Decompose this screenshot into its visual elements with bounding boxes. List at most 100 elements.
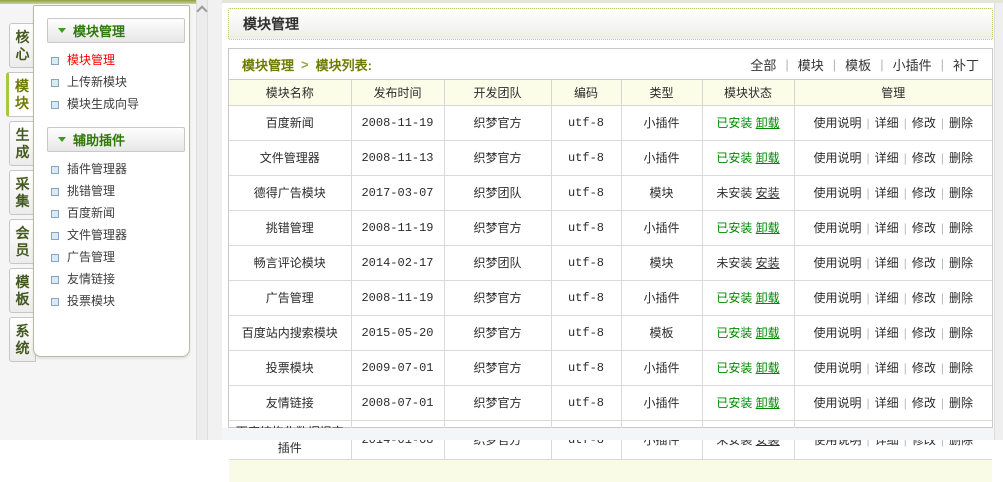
delete-link[interactable]: 删除 [949, 326, 973, 340]
modify-link[interactable]: 修改 [912, 396, 936, 410]
usage-help-link[interactable]: 使用说明 [814, 326, 862, 340]
menu-group-header-module-manage-group[interactable]: 模块管理 [47, 18, 185, 43]
tab-module[interactable]: 模块 [6, 72, 36, 117]
modify-link[interactable]: 修改 [912, 186, 936, 200]
sidebar-item-friend-links[interactable]: 友情链接 [34, 268, 189, 290]
sidebar-item-baidu-news[interactable]: 百度新闻 [34, 202, 189, 224]
modify-link[interactable]: 修改 [912, 151, 936, 165]
usage-help-link[interactable]: 使用说明 [814, 186, 862, 200]
install-link[interactable]: 安装 [756, 186, 780, 200]
uninstall-link[interactable]: 卸载 [756, 361, 780, 375]
detail-link[interactable]: 详细 [875, 151, 899, 165]
uninstall-link[interactable]: 卸载 [756, 326, 780, 340]
modify-link[interactable]: 修改 [912, 221, 936, 235]
filter-patch[interactable]: 补丁 [953, 55, 979, 74]
delete-link[interactable]: 删除 [949, 221, 973, 235]
table-row: 广告管理2008-11-19织梦官方utf-8小插件已安装 卸载使用说明|详细|… [229, 281, 992, 316]
uninstall-link[interactable]: 卸载 [756, 221, 780, 235]
filter-plugin[interactable]: 小插件 [893, 55, 932, 74]
filter-template[interactable]: 模板 [845, 55, 871, 74]
menu-group-title: 模块管理 [73, 21, 125, 40]
detail-link[interactable]: 详细 [875, 221, 899, 235]
modify-link[interactable]: 修改 [912, 361, 936, 375]
delete-link[interactable]: 删除 [949, 396, 973, 410]
filter-module[interactable]: 模块 [798, 55, 824, 74]
dev-team-cell: 织梦官方 [444, 106, 551, 141]
delete-link[interactable]: 删除 [949, 151, 973, 165]
usage-help-link[interactable]: 使用说明 [814, 151, 862, 165]
caret-down-icon [58, 28, 66, 33]
detail-link[interactable]: 详细 [875, 116, 899, 130]
sidebar-item-module-wizard[interactable]: 模块生成向导 [34, 93, 189, 115]
encoding-cell: utf-8 [551, 246, 621, 281]
usage-help-link[interactable]: 使用说明 [814, 256, 862, 270]
delete-link[interactable]: 删除 [949, 291, 973, 305]
uninstall-link[interactable]: 卸载 [756, 116, 780, 130]
detail-link[interactable]: 详细 [875, 326, 899, 340]
breadcrumb-parent-link[interactable]: 模块管理 [242, 55, 294, 74]
encoding-cell: utf-8 [551, 211, 621, 246]
detail-link[interactable]: 详细 [875, 361, 899, 375]
tab-collect[interactable]: 采集 [9, 170, 36, 215]
modify-link[interactable]: 修改 [912, 326, 936, 340]
status-cell: 已安装 卸载 [702, 316, 794, 351]
bullet-icon [51, 188, 59, 196]
sidebar-item-ad-manage[interactable]: 广告管理 [34, 246, 189, 268]
delete-link[interactable]: 删除 [949, 186, 973, 200]
install-link[interactable]: 安装 [756, 256, 780, 270]
module-name-cell: 畅言评论模块 [229, 246, 351, 281]
detail-link[interactable]: 详细 [875, 186, 899, 200]
detail-link[interactable]: 详细 [875, 256, 899, 270]
usage-help-link[interactable]: 使用说明 [814, 116, 862, 130]
column-header: 开发团队 [444, 80, 551, 106]
manage-cell: 使用说明|详细|修改|删除 [794, 141, 992, 176]
manage-cell: 使用说明|详细|修改|删除 [794, 316, 992, 351]
tab-generate[interactable]: 生成 [9, 121, 36, 166]
uninstall-link[interactable]: 卸载 [756, 396, 780, 410]
status-label: 已安装 [716, 326, 752, 340]
uninstall-link[interactable]: 卸载 [756, 291, 780, 305]
sidebar-item-plugin-manager[interactable]: 插件管理器 [34, 158, 189, 180]
sidebar-item-module-manage[interactable]: 模块管理 [34, 49, 189, 71]
filter-separator: | [941, 57, 944, 72]
usage-help-link[interactable]: 使用说明 [814, 361, 862, 375]
sidebar-item-error-report[interactable]: 挑错管理 [34, 180, 189, 202]
delete-link[interactable]: 删除 [949, 256, 973, 270]
sidebar-item-vote-module[interactable]: 投票模块 [34, 290, 189, 312]
tab-template[interactable]: 模板 [9, 268, 36, 313]
modify-link[interactable]: 修改 [912, 291, 936, 305]
table-row: 挑错管理2008-11-19织梦官方utf-8小插件已安装 卸载使用说明|详细|… [229, 211, 992, 246]
detail-link[interactable]: 详细 [875, 396, 899, 410]
status-label: 未安装 [716, 186, 752, 200]
manage-separator: | [904, 291, 907, 305]
uninstall-link[interactable]: 卸载 [756, 151, 780, 165]
sidebar-menu-panel: 模块管理模块管理上传新模块模块生成向导辅助插件插件管理器挑错管理百度新闻文件管理… [33, 5, 190, 357]
caret-down-icon [58, 137, 66, 142]
sidebar-scrollbar[interactable] [196, 0, 208, 440]
usage-help-link[interactable]: 使用说明 [814, 221, 862, 235]
scroll-up-icon[interactable] [196, 5, 207, 16]
filter-all[interactable]: 全部 [750, 55, 776, 74]
delete-link[interactable]: 删除 [949, 116, 973, 130]
sidebar-item-upload-module[interactable]: 上传新模块 [34, 71, 189, 93]
manage-cell: 使用说明|详细|修改|删除 [794, 246, 992, 281]
manage-separator: | [941, 151, 944, 165]
module-name-cell: 投票模块 [229, 351, 351, 386]
detail-link[interactable]: 详细 [875, 291, 899, 305]
tab-core[interactable]: 核心 [9, 23, 36, 68]
manage-separator: | [904, 256, 907, 270]
manage-cell: 使用说明|详细|修改|删除 [794, 386, 992, 421]
sidebar-item-label: 友情链接 [67, 273, 115, 286]
modify-link[interactable]: 修改 [912, 116, 936, 130]
delete-link[interactable]: 删除 [949, 361, 973, 375]
release-date-cell: 2008-11-13 [351, 141, 444, 176]
manage-separator: | [867, 151, 870, 165]
dev-team-cell: 织梦官方 [444, 281, 551, 316]
tab-system[interactable]: 系统 [9, 317, 36, 362]
tab-member[interactable]: 会员 [9, 219, 36, 264]
usage-help-link[interactable]: 使用说明 [814, 291, 862, 305]
usage-help-link[interactable]: 使用说明 [814, 396, 862, 410]
sidebar-item-file-manager[interactable]: 文件管理器 [34, 224, 189, 246]
menu-group-header-helper-plugins-group[interactable]: 辅助插件 [47, 127, 185, 152]
modify-link[interactable]: 修改 [912, 256, 936, 270]
